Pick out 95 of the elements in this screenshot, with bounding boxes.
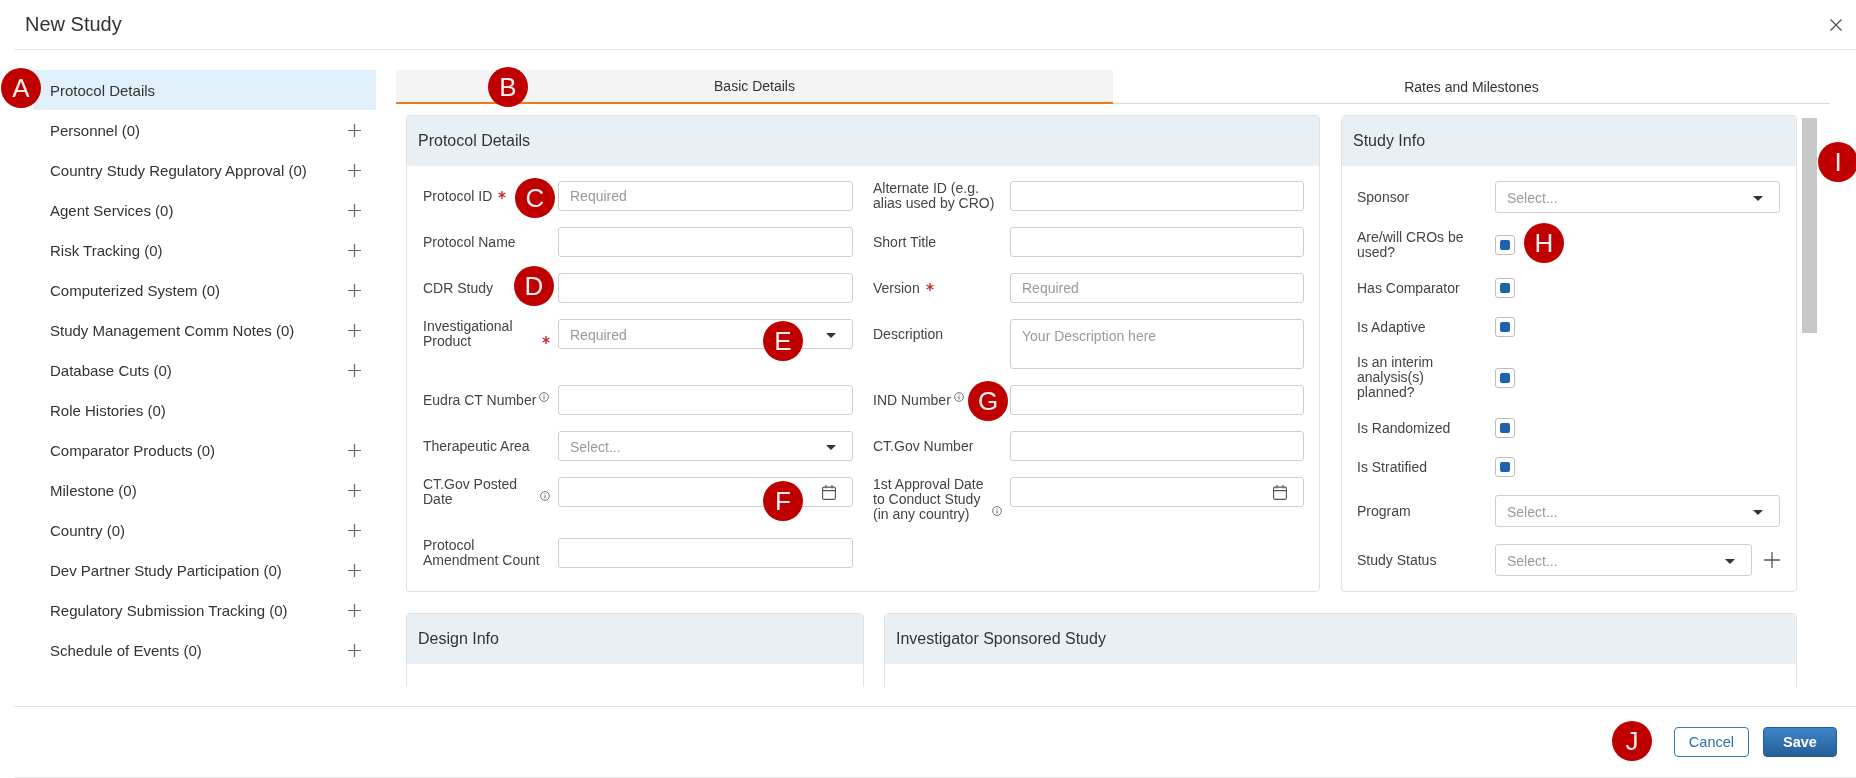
- field-label: Program: [1357, 502, 1411, 519]
- sidebar-item[interactable]: Schedule of Events (0): [33, 630, 376, 670]
- field-label: Sponsor: [1357, 188, 1410, 205]
- field-label: Alternate ID (e.g. alias used by CRO): [873, 181, 996, 211]
- card-title: Design Info: [418, 630, 499, 648]
- field-label: Eudra CT Number: [423, 393, 537, 408]
- callout-marker: A: [1, 68, 41, 108]
- date-field[interactable]: [1010, 477, 1304, 507]
- add-icon[interactable]: [348, 323, 361, 337]
- callout-marker: I: [1818, 142, 1856, 182]
- add-icon[interactable]: [348, 483, 361, 497]
- info-icon[interactable]: [953, 392, 964, 402]
- add-icon[interactable]: [348, 203, 361, 217]
- field-label: 1st Approval Date to Conduct Study (in any country): [873, 477, 985, 522]
- checkbox[interactable]: [1495, 367, 1515, 388]
- field-label: Is Randomized: [1357, 419, 1451, 436]
- textarea-field[interactable]: Your Description here: [1010, 319, 1304, 369]
- text-field[interactable]: [558, 227, 853, 257]
- field-label: Version: [873, 280, 920, 296]
- caret-icon: [826, 444, 836, 450]
- field-label: Study Status: [1357, 551, 1437, 568]
- card-title: Protocol Details: [418, 132, 531, 150]
- field-label: Protocol ID: [423, 188, 493, 204]
- field-label: Has Comparator: [1357, 279, 1460, 296]
- sidebar-item[interactable]: Country (0): [33, 510, 376, 550]
- add-icon[interactable]: [348, 443, 361, 457]
- field-label: Protocol Name: [423, 234, 516, 250]
- field-label: Is Adaptive: [1357, 318, 1426, 335]
- field-label: Therapeutic Area: [423, 438, 530, 454]
- sidebar-item[interactable]: Milestone (0): [33, 470, 376, 510]
- card-title: Investigator Sponsored Study: [896, 630, 1106, 648]
- card-title: Study Info: [1353, 132, 1426, 150]
- sidebar-item[interactable]: Role Histories (0): [33, 390, 376, 430]
- field-label: Are/will CROs be used?: [1357, 229, 1464, 260]
- field-label: Is Stratified: [1357, 458, 1428, 475]
- field-label: CT.Gov Posted Date: [423, 477, 519, 507]
- info-icon[interactable]: [992, 506, 1002, 516]
- text-field[interactable]: [1010, 385, 1304, 415]
- add-icon[interactable]: [348, 563, 361, 577]
- field-label: IND Number: [873, 393, 951, 408]
- caret-icon: [1753, 509, 1763, 515]
- text-field[interactable]: [558, 538, 853, 568]
- window-title: New Study: [25, 13, 122, 36]
- checkbox[interactable]: [1495, 235, 1515, 255]
- field-label: Investigational Product: [423, 319, 514, 349]
- sidebar-item[interactable]: Agent Services (0): [33, 190, 376, 230]
- caret-icon: [826, 332, 836, 338]
- add-icon[interactable]: [348, 163, 361, 177]
- sidebar-item[interactable]: Regulatory Submission Tracking (0): [33, 590, 376, 630]
- add-icon[interactable]: [348, 643, 361, 657]
- checkbox[interactable]: [1495, 317, 1515, 337]
- add-icon[interactable]: [348, 603, 361, 617]
- field-label: CDR Study: [423, 280, 494, 296]
- sidebar-item[interactable]: Country Study Regulatory Approval (0): [33, 150, 376, 190]
- text-field[interactable]: Required: [1010, 273, 1304, 303]
- text-field[interactable]: [1010, 431, 1304, 461]
- sidebar-item[interactable]: Protocol Details: [33, 70, 376, 110]
- add-icon[interactable]: [348, 123, 361, 137]
- add-icon[interactable]: [1764, 552, 1780, 568]
- text-field[interactable]: [1010, 181, 1304, 211]
- add-icon[interactable]: [348, 523, 361, 537]
- sidebar-item[interactable]: Study Management Comm Notes (0): [33, 310, 376, 350]
- sidebar-item[interactable]: Personnel (0): [33, 110, 376, 150]
- field-label: Description: [873, 326, 944, 342]
- caret-icon: [1753, 195, 1763, 201]
- calendar-icon[interactable]: [1273, 484, 1287, 500]
- scrollbar[interactable]: [1802, 118, 1817, 333]
- save-button[interactable]: Save: [1763, 727, 1837, 757]
- sidebar-item[interactable]: Dev Partner Study Participation (0): [33, 550, 376, 590]
- field-label: CT.Gov Number: [873, 438, 974, 454]
- cancel-button[interactable]: Cancel: [1673, 727, 1749, 757]
- callout-marker: J: [1612, 721, 1652, 761]
- sidebar-item[interactable]: Risk Tracking (0): [33, 230, 376, 270]
- calendar-icon[interactable]: [822, 484, 836, 500]
- close-icon[interactable]: [1830, 18, 1842, 31]
- add-icon[interactable]: [348, 243, 361, 257]
- field-label: Is an interim analysis(s) planned?: [1357, 354, 1434, 400]
- sidebar-item[interactable]: Database Cuts (0): [33, 350, 376, 390]
- info-icon[interactable]: [540, 491, 550, 501]
- add-icon[interactable]: [348, 363, 361, 377]
- sidebar-item[interactable]: Comparator Products (0): [33, 430, 376, 470]
- text-field[interactable]: Required: [558, 181, 853, 211]
- callout-marker: B: [488, 67, 528, 107]
- caret-icon: [1725, 558, 1735, 564]
- add-icon[interactable]: [348, 283, 361, 297]
- field-label: Protocol Amendment Count: [423, 538, 541, 568]
- sidebar-item[interactable]: Computerized System (0): [33, 270, 376, 310]
- checkbox[interactable]: [1495, 278, 1515, 298]
- text-field[interactable]: [1010, 227, 1304, 257]
- checkbox[interactable]: [1495, 418, 1515, 438]
- text-field[interactable]: [558, 385, 853, 415]
- checkbox[interactable]: [1495, 457, 1515, 477]
- info-icon[interactable]: [539, 392, 550, 402]
- text-field[interactable]: [558, 273, 853, 303]
- field-label: Short Title: [873, 234, 937, 250]
